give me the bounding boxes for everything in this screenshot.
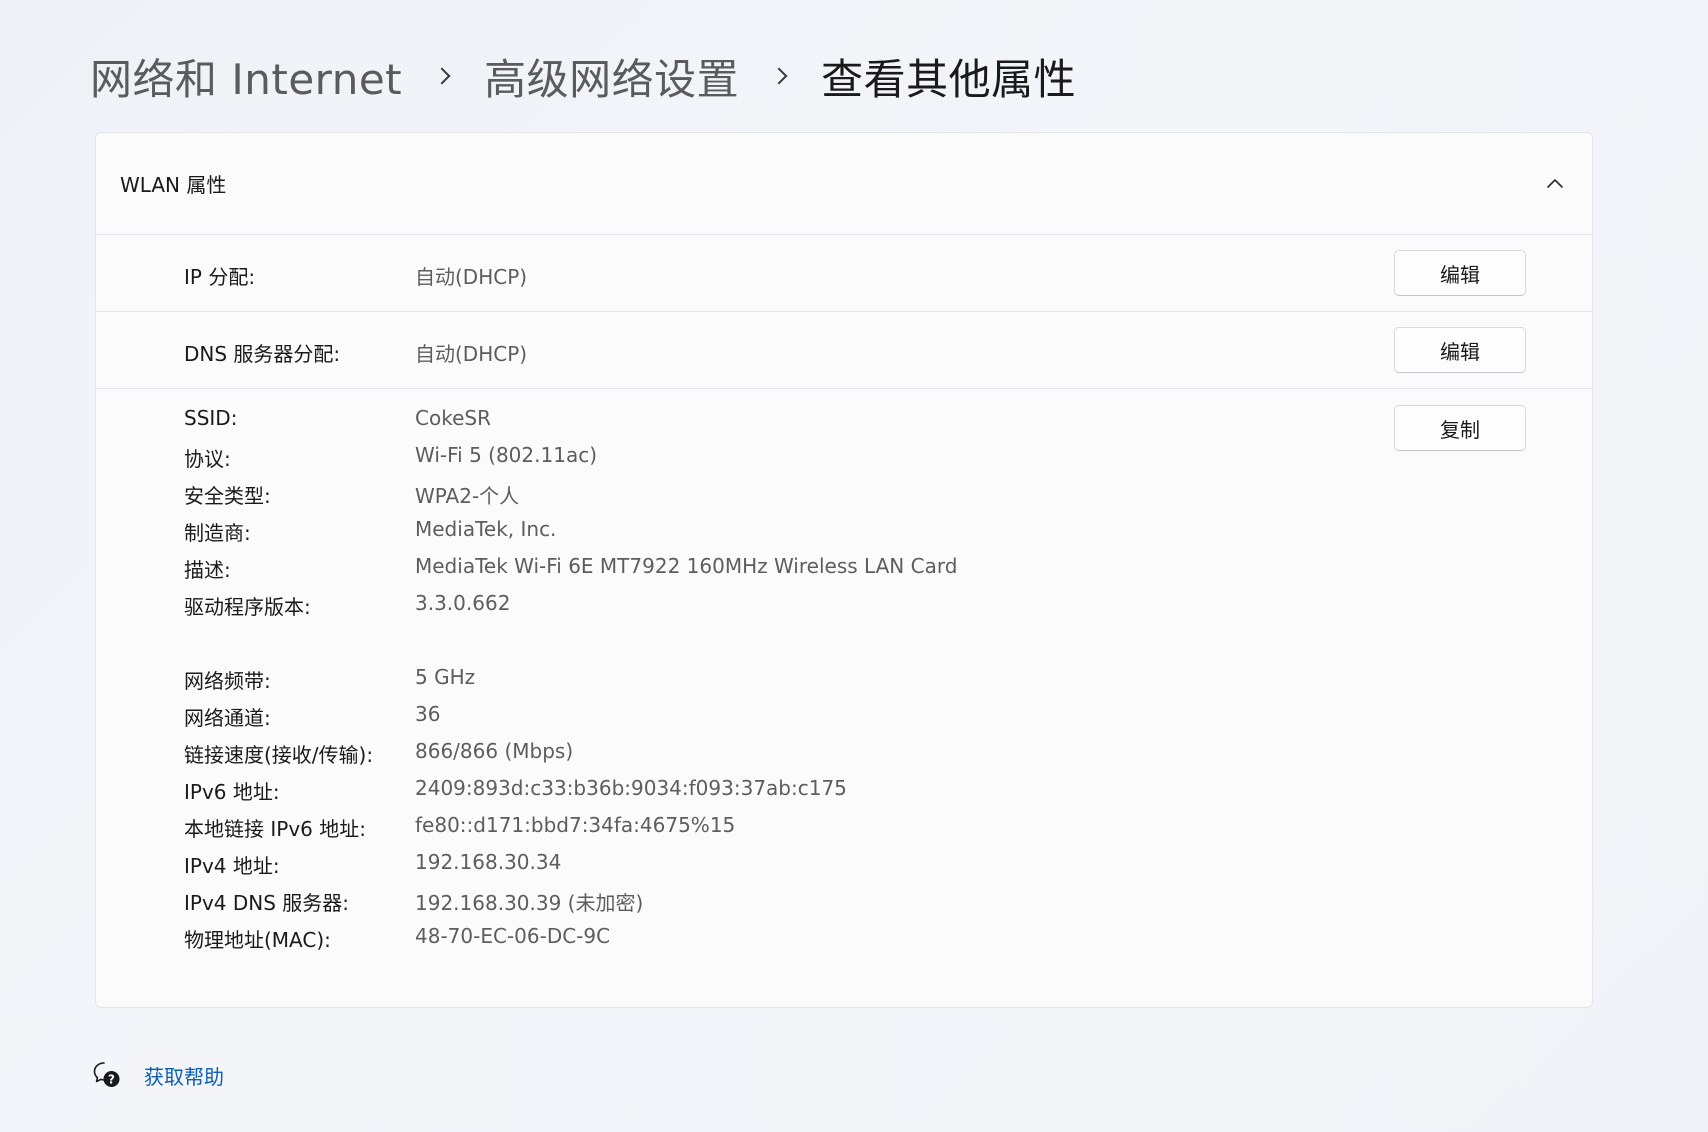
property-label: 驱动程序版本: [184,595,311,619]
edit-ip-button[interactable]: 编辑 [1394,250,1526,296]
page-title: 查看其他属性 [821,54,1077,104]
list-item: 描述: MediaTek Wi-Fi 6E MT7922 160MHz Wire… [184,554,1284,591]
property-value: 192.168.30.34 [415,850,562,874]
property-value: 5 GHz [415,665,476,689]
property-label: 本地链接 IPv6 地址: [184,817,366,841]
ip-assignment-value: 自动(DHCP) [415,265,528,289]
property-label: 制造商: [184,521,251,545]
list-item: 链接速度(接收/传输): 866/866 (Mbps) [184,739,1284,776]
property-value: CokeSR [415,406,491,430]
property-label: IPv4 DNS 服务器: [184,891,350,915]
property-value: 48-70-EC-06-DC-9C [415,924,611,948]
wlan-properties-card: WLAN 属性 IP 分配: 自动(DHCP) 编辑 DNS 服务器分配: 自动… [95,132,1593,1008]
property-value: MediaTek Wi-Fi 6E MT7922 160MHz Wireless… [415,554,958,578]
chevron-right-icon [432,65,454,87]
ip-assignment-row: IP 分配: 自动(DHCP) 编辑 [96,235,1592,312]
property-label: 安全类型: [184,484,271,508]
list-item: 制造商: MediaTek, Inc. [184,517,1284,554]
list-item: 协议: Wi-Fi 5 (802.11ac) [184,443,1284,480]
property-label: 链接速度(接收/传输): [184,743,374,767]
dns-assignment-label: DNS 服务器分配: [184,342,341,366]
list-item: SSID: CokeSR [184,406,1284,443]
get-help[interactable]: ? 获取帮助 [92,1060,224,1090]
list-item: IPv6 地址: 2409:893d:c33:b36b:9034:f093:37… [184,776,1284,813]
property-value: Wi-Fi 5 (802.11ac) [415,443,597,467]
list-item: 网络通道: 36 [184,702,1284,739]
help-chat-icon: ? [93,1062,120,1087]
list-item: 本地链接 IPv6 地址: fe80::d171:bbd7:34fa:4675%… [184,813,1284,850]
dns-assignment-row: DNS 服务器分配: 自动(DHCP) 编辑 [96,312,1592,389]
property-label: 网络通道: [184,706,271,730]
list-item: 驱动程序版本: 3.3.0.662 [184,591,1284,628]
property-value: 866/866 (Mbps) [415,739,574,763]
list-item: 物理地址(MAC): 48-70-EC-06-DC-9C [184,924,1284,961]
ip-assignment-label: IP 分配: [184,265,256,289]
svg-text:?: ? [108,1073,115,1087]
copy-button[interactable]: 复制 [1394,405,1526,451]
property-value: 192.168.30.39 (未加密) [415,891,644,915]
properties-list: SSID: CokeSR 协议: Wi-Fi 5 (802.11ac) 安全类型… [184,406,1284,961]
dns-assignment-value: 自动(DHCP) [415,342,528,366]
property-label: IPv4 地址: [184,854,280,878]
property-value: WPA2-个人 [415,484,520,508]
breadcrumb: 网络和 Internet 高级网络设置 查看其他属性 [90,44,1076,108]
list-item: 安全类型: WPA2-个人 [184,480,1284,517]
chevron-right-icon [769,65,791,87]
list-item: 网络频带: 5 GHz [184,665,1284,702]
breadcrumb-network-internet[interactable]: 网络和 Internet [90,46,402,107]
property-label: 网络频带: [184,669,271,693]
chevron-up-icon[interactable] [1538,167,1572,201]
wlan-properties-header[interactable]: WLAN 属性 [96,133,1592,235]
property-value: 2409:893d:c33:b36b:9034:f093:37ab:c175 [415,776,847,800]
property-label: IPv6 地址: [184,780,280,804]
get-help-link[interactable]: 获取帮助 [144,1061,224,1090]
property-value: MediaTek, Inc. [415,517,557,541]
property-value: 36 [415,702,441,726]
property-value: fe80::d171:bbd7:34fa:4675%15 [415,813,736,837]
property-label: 协议: [184,447,231,471]
card-title: WLAN 属性 [120,173,227,197]
list-item: IPv4 地址: 192.168.30.34 [184,850,1284,887]
breadcrumb-advanced-network-settings[interactable]: 高级网络设置 [484,46,739,107]
property-label: SSID: [184,406,238,430]
property-label: 描述: [184,558,231,582]
list-item: IPv4 DNS 服务器: 192.168.30.39 (未加密) [184,887,1284,924]
properties-details: 复制 SSID: CokeSR 协议: Wi-Fi 5 (802.11ac) 安… [96,389,1592,1007]
property-value: 3.3.0.662 [415,591,511,615]
edit-dns-button[interactable]: 编辑 [1394,327,1526,373]
property-label: 物理地址(MAC): [184,928,331,952]
